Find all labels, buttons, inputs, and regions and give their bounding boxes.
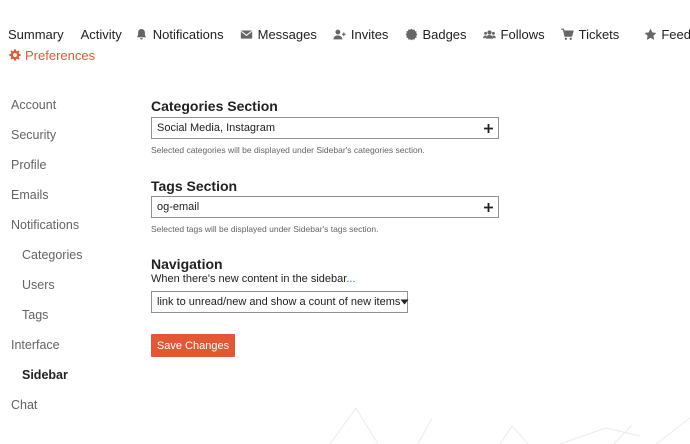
sidebar-item-emails[interactable]: Emails: [11, 188, 49, 202]
navigation-select[interactable]: link to unread/new and show a count of n…: [151, 291, 409, 313]
sidebar-item-categories[interactable]: Categories: [22, 248, 82, 262]
tab-invites[interactable]: Invites: [333, 27, 388, 42]
envelope-icon: [240, 27, 254, 41]
tab-tickets[interactable]: Tickets: [561, 27, 619, 42]
plus-icon: [478, 197, 498, 217]
categories-hint: Selected categories will be displayed un…: [151, 145, 425, 155]
sidebar-item-account[interactable]: Account: [11, 98, 56, 112]
sidebar-item-chat[interactable]: Chat: [11, 398, 37, 412]
categories-section-title: Categories Section: [151, 98, 278, 114]
categories-chooser[interactable]: Social Media, Instagram: [151, 117, 499, 139]
tab-notifications[interactable]: Notifications: [135, 27, 224, 42]
sidebar-item-tags[interactable]: Tags: [22, 308, 48, 322]
plus-icon: [478, 118, 498, 138]
tags-chooser-value: og-email: [157, 201, 200, 213]
tab-follows[interactable]: Follows: [483, 27, 545, 42]
star-icon: [643, 27, 657, 41]
categories-chooser-value: Social Media, Instagram: [157, 122, 275, 134]
cart-icon: [561, 27, 575, 41]
tags-section-title: Tags Section: [151, 178, 238, 194]
tab-summary[interactable]: Summary: [8, 27, 64, 42]
bell-icon: [135, 27, 149, 41]
sidebar-item-profile[interactable]: Profile: [11, 158, 46, 172]
sidebar-item-security[interactable]: Security: [11, 128, 56, 142]
tab-preferences[interactable]: Preferences: [8, 46, 95, 64]
tab-activity[interactable]: Activity: [81, 27, 122, 42]
gear-icon: [8, 48, 22, 62]
sidebar-item-interface[interactable]: Interface: [11, 338, 60, 352]
tab-messages[interactable]: Messages: [240, 27, 317, 42]
tags-chooser[interactable]: og-email: [151, 196, 499, 218]
caret-down-icon: [400, 292, 409, 312]
navigation-description: When there's new content in the sidebar.…: [151, 273, 356, 285]
tab-feedback[interactable]: Feedback: [643, 27, 690, 42]
save-changes-button[interactable]: Save Changes: [151, 334, 235, 357]
user-nav-tabs: Summary Activity Notifications Messages …: [8, 25, 690, 43]
tags-hint: Selected tags will be displayed under Si…: [151, 224, 379, 234]
user-plus-icon: [333, 27, 347, 41]
sidebar-item-notifications[interactable]: Notifications: [11, 218, 79, 232]
navigation-select-value: link to unread/new and show a count of n…: [157, 296, 401, 308]
sidebar-item-sidebar[interactable]: Sidebar: [22, 368, 68, 382]
tab-badges[interactable]: Badges: [404, 27, 467, 42]
users-icon: [483, 27, 497, 41]
navigation-section-title: Navigation: [151, 256, 223, 272]
certificate-icon: [404, 27, 418, 41]
background-decoration: [329, 407, 690, 444]
sidebar-item-users[interactable]: Users: [22, 278, 55, 292]
